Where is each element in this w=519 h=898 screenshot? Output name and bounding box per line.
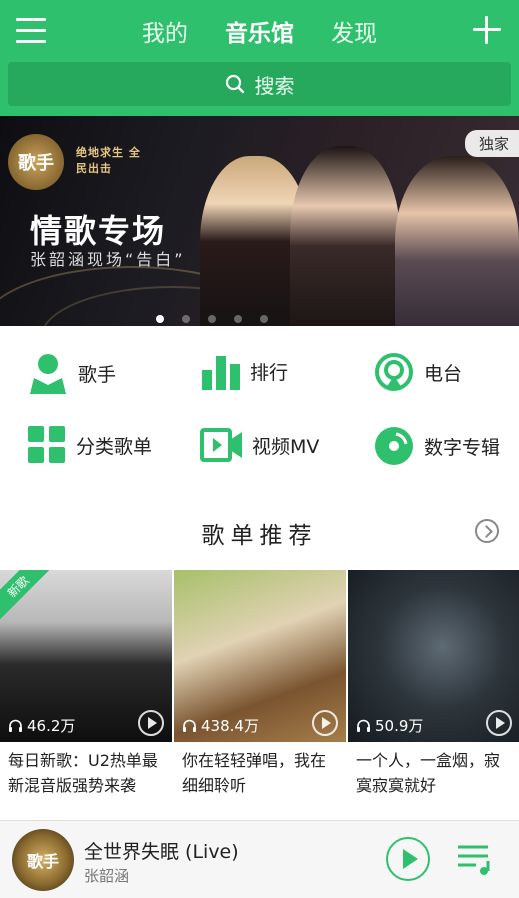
playlist-title: 你在轻轻弹唱，我在细细聆听 [182,751,327,795]
category-singer[interactable]: 歌手 [28,352,116,394]
playlist-card[interactable]: 438.4万 你在轻轻弹唱，我在细细聆听 [174,570,346,798]
carousel-dot[interactable] [260,315,268,323]
category-label: 电台 [424,362,463,385]
exclusive-badge: 独家 [464,130,519,157]
category-chart[interactable]: 排行 [202,352,288,390]
category-video-mv[interactable]: 视频MV [200,428,319,462]
playlist-card[interactable]: 50.9万 一个人，一盒烟，寂寞寂寞就好 [348,570,519,798]
headphones-icon [9,719,22,732]
search-bar[interactable]: 搜索 [8,62,511,106]
playlist-cover: 新歌 46.2万 [0,570,172,742]
mini-player[interactable]: 歌手 全世界失眠 (Live) 张韶涵 [0,820,519,898]
disc-icon [375,427,413,465]
headphones-icon [357,719,370,732]
search-icon [225,74,244,94]
playlist-icon[interactable] [458,841,494,877]
video-icon [200,428,242,462]
radio-icon [375,353,413,391]
tab-discover[interactable]: 发现 [331,14,377,48]
category-radio[interactable]: 电台 [374,352,462,392]
category-label: 歌手 [78,363,117,386]
carousel-dots [156,308,286,326]
main-tabs: 我的 音乐馆 发现 [0,14,519,48]
album-cover[interactable]: 歌手 [12,829,74,891]
singer-icon [30,354,66,394]
playlist-card[interactable]: 新歌 46.2万 每日新歌：U2热单最新混音版强势来袭 [0,570,172,798]
headphones-icon [183,719,196,732]
play-count: 46.2万 [8,715,75,736]
search-placeholder: 搜索 [254,73,295,98]
top-bar: 我的 音乐馆 发现 搜索 [0,0,519,116]
play-button[interactable] [386,837,430,881]
singer-photo [395,156,519,326]
playlist-cover: 438.4万 [174,570,346,742]
play-icon[interactable] [138,710,164,736]
carousel-dot[interactable] [182,315,190,323]
play-count: 438.4万 [182,715,259,736]
playlist-title: 一个人，一盒烟，寂寞寂寞就好 [356,751,501,795]
grid-icon [28,426,65,463]
banner-subtitle: 张韶涵现场“告白” [30,250,186,269]
tab-mine[interactable]: 我的 [142,14,188,48]
category-label: 数字专辑 [424,436,501,459]
banner-carousel[interactable]: 歌手 绝地求生 全民出击 情歌专场 张韶涵现场“告白” 独家 [0,116,519,326]
carousel-dot[interactable] [156,315,164,323]
playlist-title: 每日新歌：U2热单最新混音版强势来袭 [8,751,158,795]
play-icon[interactable] [486,710,512,736]
tab-music-hall[interactable]: 音乐馆 [225,14,294,48]
category-label: 视频MV [252,435,320,458]
category-label: 排行 [250,361,289,384]
category-playlist-types[interactable]: 分类歌单 [28,426,152,464]
carousel-dot[interactable] [234,315,242,323]
category-label: 分类歌单 [76,435,153,458]
show-logo: 歌手 [8,134,64,190]
new-badge: 新歌 [0,570,54,623]
song-artist: 张韶涵 [84,867,130,885]
carousel-dot[interactable] [208,315,216,323]
song-title: 全世界失眠 (Live) [84,841,239,863]
chart-icon [202,356,240,390]
section-more-button[interactable] [475,519,499,543]
section-title: 歌单推荐 [201,523,318,549]
add-icon[interactable] [473,16,501,44]
category-digital-album[interactable]: 数字专辑 [374,426,500,466]
play-count: 50.9万 [356,715,423,736]
singer-photo [290,146,400,326]
event-logo: 绝地求生 全民出击 [76,146,141,175]
playlist-cover: 50.9万 [348,570,519,742]
play-icon[interactable] [312,710,338,736]
